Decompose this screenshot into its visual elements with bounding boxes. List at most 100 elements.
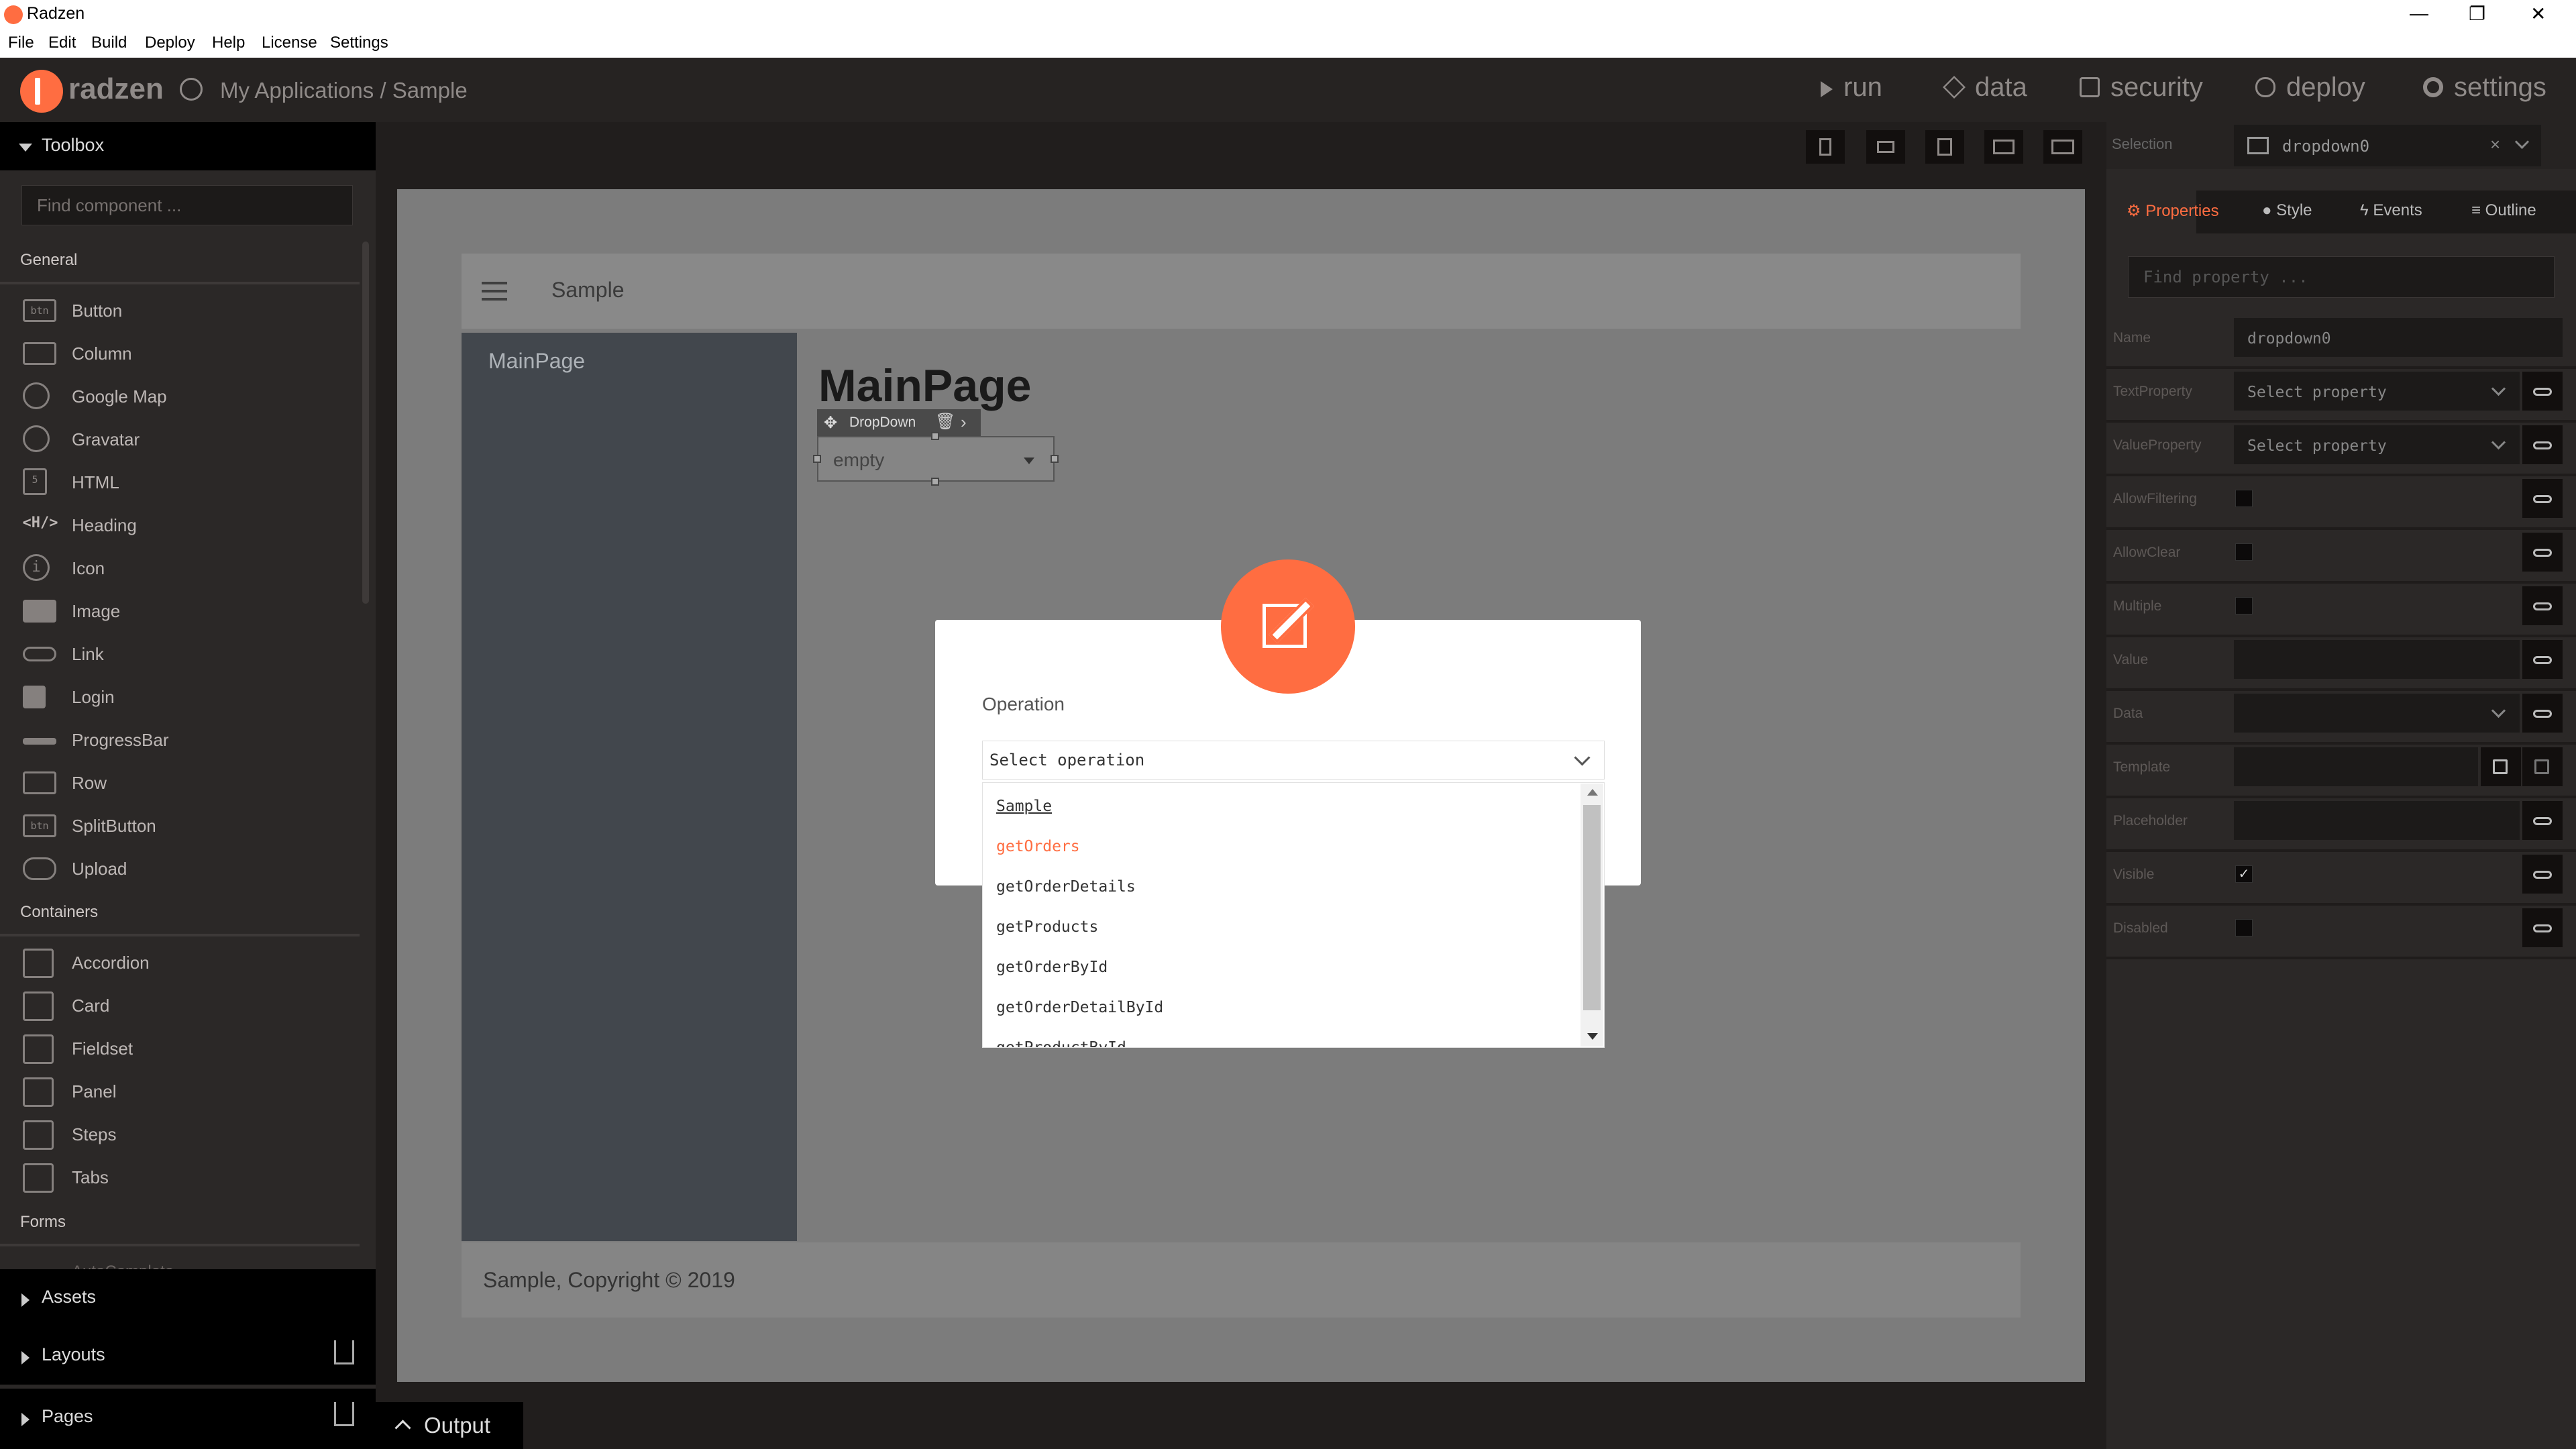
tool-link[interactable]: Link — [0, 633, 360, 676]
device-phone-button[interactable] — [1806, 130, 1845, 164]
page-header[interactable] — [462, 254, 2021, 329]
device-tablet-landscape-button[interactable] — [1984, 130, 2023, 164]
open-template-button[interactable] — [2481, 747, 2521, 786]
clear-icon[interactable]: × — [2490, 134, 2500, 155]
tool-icon[interactable]: i Icon — [0, 547, 360, 590]
allowclear-checkbox[interactable] — [2235, 543, 2253, 561]
tool-panel[interactable]: Panel — [0, 1071, 360, 1114]
tool-row[interactable]: Row — [0, 762, 360, 805]
tool-login[interactable]: Login — [0, 676, 360, 719]
value-input[interactable] — [2234, 640, 2520, 679]
link-button[interactable] — [2522, 640, 2563, 679]
tab-outline[interactable]: ≡ Outline — [2471, 201, 2536, 220]
tool-button[interactable]: btn Button — [0, 290, 360, 333]
nav-run[interactable]: run — [1821, 72, 1882, 103]
find-property-input[interactable] — [2128, 256, 2555, 298]
device-tablet-button[interactable] — [1925, 130, 1964, 164]
option-getproducts[interactable]: getProducts — [996, 918, 1098, 936]
restore-button[interactable]: ❐ — [2469, 3, 2485, 25]
delete-icon[interactable]: 🗑 — [935, 412, 955, 431]
link-button[interactable] — [2522, 855, 2563, 894]
allowfiltering-checkbox[interactable] — [2235, 490, 2253, 507]
tab-properties[interactable]: ⚙ Properties — [2127, 201, 2219, 221]
link-button[interactable] — [2522, 372, 2563, 411]
valueproperty-select[interactable]: Select property — [2234, 425, 2520, 464]
option-getproductbyid[interactable]: getProductById — [996, 1039, 1126, 1047]
page-sidebar-item-mainpage[interactable]: MainPage — [488, 349, 585, 374]
resize-handle[interactable] — [931, 432, 939, 440]
breadcrumb[interactable]: My Applications / Sample — [220, 78, 468, 103]
menu-settings[interactable]: Settings — [330, 34, 388, 52]
tool-accordion[interactable]: Accordion — [0, 942, 360, 985]
tool-progressbar[interactable]: ProgressBar — [0, 719, 360, 762]
link-button[interactable] — [2522, 586, 2563, 625]
move-icon[interactable]: ✥ — [824, 413, 837, 433]
link-button[interactable] — [2522, 801, 2563, 840]
add-page-icon[interactable] — [334, 1402, 354, 1426]
toolbox-scrollbar[interactable] — [362, 241, 369, 604]
tool-image[interactable]: Image — [0, 590, 360, 633]
nav-data[interactable]: data — [1943, 72, 2027, 103]
resize-handle[interactable] — [1051, 455, 1059, 463]
tool-fieldset[interactable]: Fieldset — [0, 1028, 360, 1071]
tab-events[interactable]: ϟ Events — [2360, 201, 2422, 220]
close-button[interactable]: ✕ — [2530, 3, 2546, 25]
menu-build[interactable]: Build — [91, 34, 127, 52]
scroll-up-icon[interactable] — [1587, 789, 1598, 796]
main-heading[interactable]: MainPage — [818, 360, 1031, 412]
output-panel-toggle[interactable]: Output — [376, 1402, 523, 1449]
device-phone-landscape-button[interactable] — [1866, 130, 1905, 164]
chevron-right-icon[interactable]: › — [961, 412, 967, 433]
tool-column[interactable]: Column — [0, 333, 360, 376]
link-button[interactable] — [2522, 479, 2563, 518]
chevron-down-icon[interactable] — [2514, 134, 2530, 150]
option-getorders[interactable]: getOrders — [996, 838, 1080, 855]
dropdown-component-toolbar[interactable]: ✥ DropDown 🗑 › — [817, 409, 981, 436]
assets-section[interactable]: Assets — [0, 1269, 376, 1327]
menu-license[interactable]: License — [262, 34, 317, 52]
data-select[interactable] — [2234, 694, 2520, 733]
tool-upload[interactable]: Upload — [0, 848, 360, 891]
tool-tabs[interactable]: Tabs — [0, 1157, 360, 1199]
operation-select[interactable]: Select operation — [982, 741, 1605, 780]
tool-card[interactable]: Card — [0, 985, 360, 1028]
minimize-button[interactable]: — — [2410, 3, 2428, 24]
visible-checkbox[interactable]: ✓ — [2235, 865, 2253, 883]
radzen-brand-icon[interactable] — [20, 70, 63, 113]
find-component-input[interactable] — [21, 185, 353, 225]
options-scrollbar-thumb[interactable] — [1583, 805, 1601, 1010]
nav-settings[interactable]: settings — [2423, 72, 2546, 103]
option-getorderdetails[interactable]: getOrderDetails — [996, 878, 1136, 896]
edit-template-button[interactable] — [2522, 747, 2563, 786]
disabled-checkbox[interactable] — [2235, 919, 2253, 936]
option-sample[interactable]: Sample — [996, 798, 1052, 815]
option-getorderdetailbyid[interactable]: getOrderDetailById — [996, 999, 1163, 1016]
menu-edit[interactable]: Edit — [48, 34, 76, 52]
toolbox-header[interactable]: Toolbox — [0, 122, 376, 170]
link-button[interactable] — [2522, 694, 2563, 733]
hamburger-icon[interactable] — [482, 282, 507, 301]
multiple-checkbox[interactable] — [2235, 597, 2253, 614]
layouts-section[interactable]: Layouts — [0, 1327, 376, 1385]
pages-section[interactable]: Pages — [0, 1389, 376, 1449]
menu-help[interactable]: Help — [212, 34, 245, 52]
placeholder-input[interactable] — [2234, 801, 2520, 840]
page-sidebar[interactable] — [462, 333, 797, 1241]
tool-google-map[interactable]: Google Map — [0, 376, 360, 419]
name-input[interactable]: dropdown0 — [2234, 318, 2563, 357]
brand-name[interactable]: radzen — [68, 72, 164, 106]
link-button[interactable] — [2522, 425, 2563, 464]
resize-handle[interactable] — [813, 455, 821, 463]
tool-splitbutton[interactable]: btn SplitButton — [0, 805, 360, 848]
dropdown-component[interactable]: empty — [817, 436, 1055, 482]
add-layout-icon[interactable] — [334, 1340, 354, 1364]
link-button[interactable] — [2522, 533, 2563, 572]
device-desktop-button[interactable] — [2043, 130, 2082, 164]
tool-html[interactable]: 5 HTML — [0, 462, 360, 504]
menu-deploy[interactable]: Deploy — [145, 34, 195, 52]
link-button[interactable] — [2522, 908, 2563, 947]
option-getorderbyid[interactable]: getOrderById — [996, 959, 1108, 976]
nav-deploy[interactable]: deploy — [2255, 72, 2365, 103]
nav-security[interactable]: security — [2080, 72, 2203, 103]
textproperty-select[interactable]: Select property — [2234, 372, 2520, 411]
